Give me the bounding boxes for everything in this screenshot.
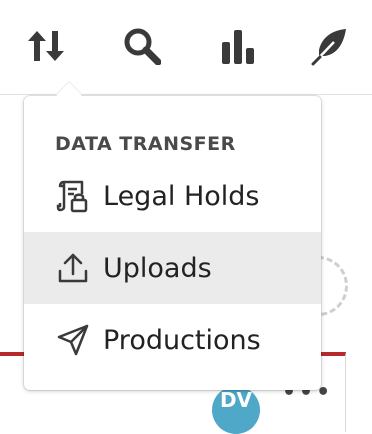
search-button[interactable] xyxy=(120,24,164,68)
feather-icon xyxy=(311,29,346,66)
legal-hold-icon xyxy=(53,176,93,216)
menu-item-label: Uploads xyxy=(103,252,212,284)
menu-item-legal-holds[interactable]: Legal Holds xyxy=(24,160,321,232)
reports-button[interactable] xyxy=(216,24,260,68)
menu-item-productions[interactable]: Productions xyxy=(24,304,321,376)
menu-item-label: Legal Holds xyxy=(103,180,260,212)
menu-item-label: Productions xyxy=(103,324,261,356)
send-icon xyxy=(53,320,93,360)
transfer-arrows-icon xyxy=(28,31,64,61)
data-transfer-menu: DATA TRANSFER Legal Holds Uploads Produc… xyxy=(24,82,321,390)
upload-icon xyxy=(53,248,93,288)
menu-section-title: DATA TRANSFER xyxy=(55,133,236,155)
annotate-button[interactable] xyxy=(308,24,352,68)
menu-item-uploads[interactable]: Uploads xyxy=(24,232,321,304)
transfer-button[interactable] xyxy=(24,24,68,68)
top-toolbar xyxy=(0,0,372,94)
search-icon xyxy=(124,28,161,65)
avatar[interactable]: DV xyxy=(212,386,260,434)
bar-chart-icon xyxy=(222,30,254,64)
